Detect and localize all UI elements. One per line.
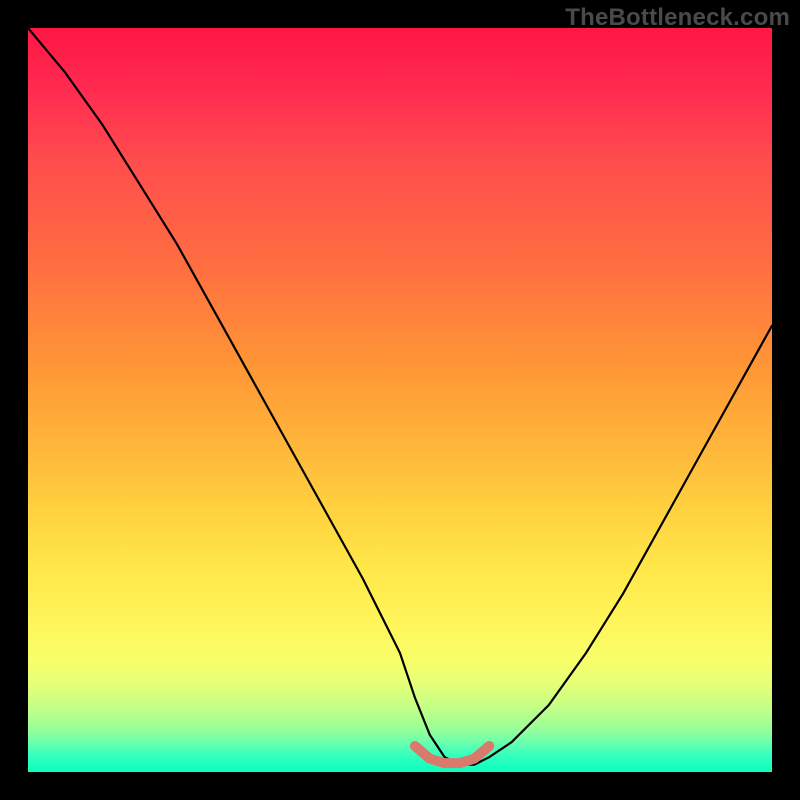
curve-layer (28, 28, 772, 772)
bottleneck-curve-path (28, 28, 772, 765)
flat-band-path (415, 746, 489, 763)
plot-area (28, 28, 772, 772)
chart-frame: TheBottleneck.com (0, 0, 800, 800)
